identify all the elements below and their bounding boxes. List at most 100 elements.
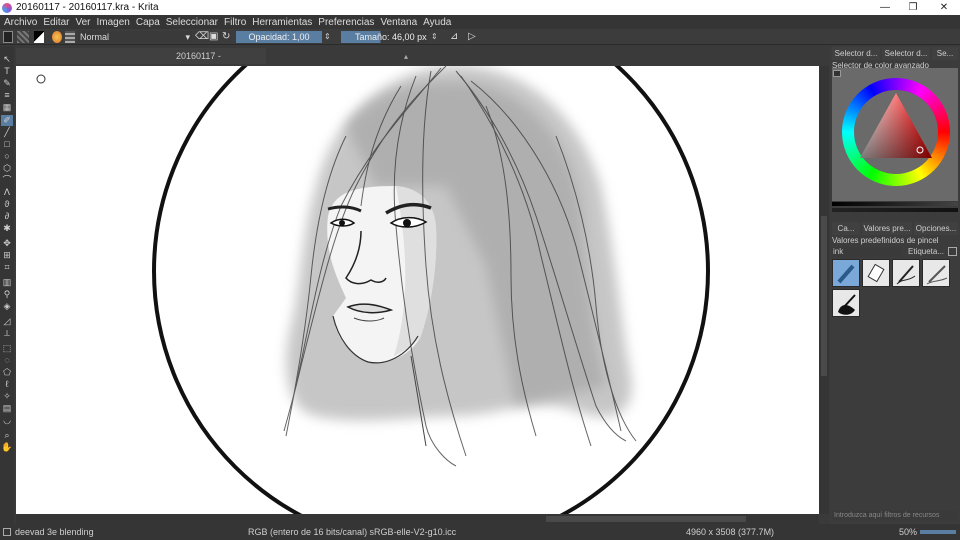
preserve-alpha-icon[interactable]: ▣: [209, 31, 219, 43]
preset-filter-select[interactable]: ink: [832, 247, 902, 257]
edit-shapes-icon[interactable]: ✎: [1, 78, 13, 89]
status-bar: deevad 3e blending RGB (entero de 16 bit…: [0, 524, 960, 540]
menu-archivo[interactable]: Archivo: [4, 17, 37, 28]
foreground-color-icon[interactable]: [3, 31, 13, 43]
menu-herramientas[interactable]: Herramientas: [252, 17, 312, 28]
tab-valores-predefinidos[interactable]: Valores pre...: [862, 222, 912, 235]
polyline-icon[interactable]: ⌒: [1, 175, 13, 186]
artwork: [36, 66, 710, 514]
assistant-icon[interactable]: ◿: [1, 316, 13, 327]
brush-presets-title: Valores predefinidos de pincel: [832, 236, 939, 245]
menu-preferencias[interactable]: Preferencias: [318, 17, 374, 28]
pan-icon[interactable]: ✋: [1, 442, 13, 453]
fill-icon[interactable]: ◈: [1, 301, 13, 312]
move-icon[interactable]: ✥: [1, 238, 13, 249]
shade-selector-2[interactable]: [832, 208, 958, 212]
pattern-icon[interactable]: ▦: [1, 102, 13, 113]
brush-preset-airbrush[interactable]: [832, 259, 860, 287]
ellipse-select-icon[interactable]: ◌: [1, 355, 13, 366]
opacity-slider[interactable]: Opacidad: 1,00: [236, 31, 322, 43]
reload-preset-icon[interactable]: ↻: [222, 31, 232, 43]
tag-label: Etiqueta...: [908, 247, 945, 256]
eraser-icon: [867, 263, 885, 283]
tag-menu-icon[interactable]: [948, 247, 957, 256]
mirror-horizontal-icon[interactable]: ⊿: [450, 31, 462, 43]
tab-color-selector-3[interactable]: Se...: [932, 47, 958, 60]
contiguous-select-icon[interactable]: ✧: [1, 391, 13, 402]
calligraphy-icon[interactable]: ≡: [1, 90, 13, 101]
transform-icon[interactable]: ⊞: [1, 250, 13, 261]
tag-selector[interactable]: Etiqueta...: [908, 247, 948, 257]
select-shapes-icon[interactable]: ↖: [1, 54, 13, 65]
tab-color-selector-2[interactable]: Selector d...: [882, 47, 930, 60]
hscroll-thumb[interactable]: [546, 516, 746, 522]
resource-filter-input[interactable]: Introduzca aquí filtros de recursos: [832, 511, 958, 521]
menu-editar[interactable]: Editar: [43, 17, 69, 28]
menu-capa[interactable]: Capa: [136, 17, 160, 28]
similar-select-icon[interactable]: ▤: [1, 403, 13, 414]
vertical-scrollbar[interactable]: [819, 66, 829, 514]
multibrush-icon[interactable]: ✱: [1, 223, 13, 234]
chevron-down-icon: ▾: [185, 32, 190, 42]
vscroll-thumb[interactable]: [821, 216, 827, 376]
polygon-select-icon[interactable]: ⬠: [1, 367, 13, 378]
fg-bg-colors-icon[interactable]: [34, 31, 44, 43]
brush-preset-icon[interactable]: [17, 31, 29, 43]
close-tab-icon[interactable]: ▴: [404, 52, 408, 61]
color-wheel[interactable]: [832, 68, 958, 201]
menu-imagen[interactable]: Imagen: [97, 17, 130, 28]
brush-preset-pencil[interactable]: [922, 259, 950, 287]
brush-preset-ink-pen[interactable]: [892, 259, 920, 287]
tab-opciones[interactable]: Opciones...: [914, 222, 958, 235]
ellipse-icon[interactable]: ○: [1, 151, 13, 162]
left-pupil: [339, 220, 345, 226]
eraser-icon[interactable]: ⌫: [195, 31, 209, 43]
drawing-canvas[interactable]: [16, 66, 819, 514]
zoom-level[interactable]: 50%: [899, 527, 917, 537]
crop-icon[interactable]: ⌗: [1, 262, 13, 273]
size-spin-icon[interactable]: ⇕: [431, 31, 439, 43]
menu-ver[interactable]: Ver: [75, 17, 90, 28]
zoom-slider[interactable]: [920, 530, 956, 534]
minimize-icon[interactable]: —: [871, 0, 899, 15]
text-icon[interactable]: T: [1, 66, 13, 77]
gradient-icon[interactable]: ▥: [1, 277, 13, 288]
brush-preset-ink-blob[interactable]: [832, 289, 860, 317]
horizontal-scrollbar[interactable]: [16, 514, 819, 524]
pattern-icon[interactable]: [65, 31, 75, 43]
gradient-icon[interactable]: [52, 31, 62, 43]
bezier-select-icon[interactable]: ◡: [1, 415, 13, 426]
shade-selector-1[interactable]: [832, 202, 958, 206]
rectangle-icon[interactable]: □: [1, 139, 13, 150]
line-icon[interactable]: ╱: [1, 127, 13, 138]
tab-capas[interactable]: Ca...: [832, 222, 860, 235]
blend-mode-select[interactable]: Normal ▾: [78, 31, 192, 43]
menu-ventana[interactable]: Ventana: [380, 17, 417, 28]
image-dimensions: 4960 x 3508 (377.7M): [686, 527, 775, 537]
brush-preset-eraser[interactable]: [862, 259, 890, 287]
size-slider[interactable]: Tamaño: 46,00 px: [341, 31, 429, 43]
rect-select-icon[interactable]: ⬚: [1, 343, 13, 354]
menu-seleccionar[interactable]: Seleccionar: [166, 17, 218, 28]
opacity-spin-icon[interactable]: ⇕: [324, 31, 332, 43]
document-tab[interactable]: 20160117 - 20160117.kra: [16, 48, 266, 77]
ink-blob-icon: [838, 294, 856, 315]
maximize-icon[interactable]: ❐: [899, 0, 927, 15]
measure-icon[interactable]: ⟂: [1, 328, 13, 339]
tab-color-selector-1[interactable]: Selector d...: [832, 47, 880, 60]
color-picker-icon[interactable]: ⚲: [1, 289, 13, 300]
freehand-brush-icon[interactable]: ✐: [1, 115, 13, 126]
mirror-vertical-icon[interactable]: ▷: [468, 31, 480, 43]
close-icon[interactable]: ✕: [930, 0, 958, 15]
polygon-icon[interactable]: ⬡: [1, 163, 13, 174]
brush-cursor: [36, 74, 46, 84]
zoom-icon[interactable]: ⌕: [1, 430, 13, 441]
menu-filtro[interactable]: Filtro: [224, 17, 246, 28]
freehand-path-icon[interactable]: ϑ: [1, 199, 13, 210]
freehand-select-icon[interactable]: ℓ: [1, 379, 13, 390]
dynamic-brush-icon[interactable]: ∂: [1, 211, 13, 222]
color-selector-settings-icon[interactable]: [833, 70, 841, 77]
bezier-icon[interactable]: ᐱ: [1, 187, 13, 198]
menu-ayuda[interactable]: Ayuda: [423, 17, 451, 28]
advanced-color-selector[interactable]: [832, 68, 958, 201]
